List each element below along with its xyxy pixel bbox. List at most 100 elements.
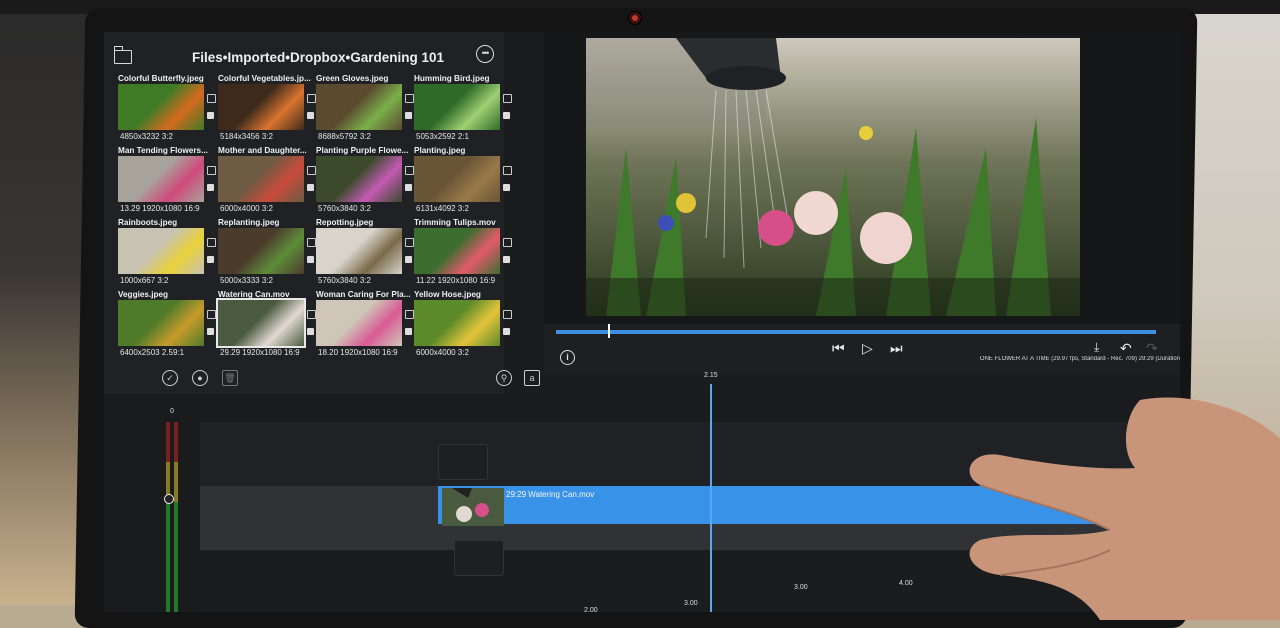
clip-thumbnail[interactable] bbox=[316, 156, 402, 202]
clip-option-icon[interactable] bbox=[207, 112, 214, 119]
more-options-icon[interactable]: ••• bbox=[476, 45, 494, 63]
skip-forward-icon[interactable]: ⏭ bbox=[890, 340, 903, 357]
clip-option-icon[interactable] bbox=[503, 112, 510, 119]
clip-checkbox[interactable] bbox=[207, 238, 216, 247]
clip-item[interactable]: Rainboots.jpeg 1000x667 3:2 bbox=[118, 218, 218, 290]
clip-item[interactable]: Colorful Vegetables.jp... 5184x3456 3:2 bbox=[218, 74, 318, 146]
ghost-clip-icon-lower bbox=[454, 540, 504, 576]
clip-item[interactable]: Green Gloves.jpeg 8688x5792 3:2 bbox=[316, 74, 416, 146]
clip-checkbox[interactable] bbox=[503, 94, 512, 103]
record-icon[interactable]: ● bbox=[192, 370, 208, 386]
clip-option-icon[interactable] bbox=[405, 112, 412, 119]
clip-option-icon[interactable] bbox=[207, 184, 214, 191]
clip-item[interactable]: Woman Caring For Pla... 18.20 1920x1080 1… bbox=[316, 290, 416, 362]
trash-icon[interactable]: 🗑 bbox=[222, 370, 238, 386]
clip-option-icon[interactable] bbox=[503, 256, 510, 263]
play-icon[interactable]: ▷ bbox=[862, 340, 873, 357]
clip-thumbnail[interactable] bbox=[316, 84, 402, 130]
clip-thumbnail[interactable] bbox=[414, 228, 500, 274]
clip-option-icon[interactable] bbox=[207, 328, 214, 335]
clip-name: Trimming Tulips.mov bbox=[414, 218, 496, 227]
clip-thumbnail[interactable] bbox=[414, 156, 500, 202]
clip-thumbnail[interactable] bbox=[218, 228, 304, 274]
undo-icon[interactable]: ↶ bbox=[1120, 340, 1132, 357]
clip-option-icon[interactable] bbox=[405, 184, 412, 191]
clip-checkbox[interactable] bbox=[307, 238, 316, 247]
clip-thumbnail[interactable] bbox=[414, 300, 500, 346]
clip-checkbox[interactable] bbox=[207, 94, 216, 103]
search-icon[interactable]: ⚲ bbox=[496, 370, 512, 386]
video-preview[interactable] bbox=[586, 38, 1080, 316]
clip-item[interactable]: Colorful Butterfly.jpeg 4850x3232 3:2 bbox=[118, 74, 218, 146]
clip-option-icon[interactable] bbox=[307, 256, 314, 263]
sort-icon[interactable]: a bbox=[524, 370, 540, 386]
clip-meta: 5053x2592 2:1 bbox=[416, 132, 469, 141]
clip-item[interactable]: Replanting.jpeg 5000x3333 3:2 bbox=[218, 218, 318, 290]
clip-option-icon[interactable] bbox=[503, 184, 510, 191]
timeline-playhead[interactable] bbox=[710, 384, 712, 612]
clip-checkbox[interactable] bbox=[405, 310, 414, 319]
ruler-label: 3.00 bbox=[684, 600, 698, 607]
clip-option-icon[interactable] bbox=[503, 328, 510, 335]
clip-name: Mother and Daughter... bbox=[218, 146, 307, 155]
skip-back-icon[interactable]: ⏮ bbox=[832, 340, 845, 357]
clip-thumbnail[interactable] bbox=[118, 84, 204, 130]
clip-name: Veggies.jpeg bbox=[118, 290, 169, 299]
clip-name: Colorful Butterfly.jpeg bbox=[118, 74, 204, 83]
clip-checkbox[interactable] bbox=[405, 166, 414, 175]
clip-thumbnail[interactable] bbox=[218, 156, 304, 202]
clip-thumbnail[interactable] bbox=[216, 298, 306, 348]
clip-thumbnail[interactable] bbox=[316, 228, 402, 274]
clip-name: Man Tending Flowers... bbox=[118, 146, 208, 155]
clip-item[interactable]: Man Tending Flowers... 13.29 1920x1080 16… bbox=[118, 146, 218, 218]
clip-item[interactable]: Planting.jpeg 6131x4092 3:2 bbox=[414, 146, 514, 218]
clip-checkbox[interactable] bbox=[307, 94, 316, 103]
clip-thumbnail[interactable] bbox=[218, 84, 304, 130]
clip-option-icon[interactable] bbox=[405, 256, 412, 263]
browser-header: Files•Imported•Dropbox•Gardening 101 ••• bbox=[104, 32, 504, 66]
checkmark-icon[interactable]: ✓ bbox=[162, 370, 178, 386]
clip-checkbox[interactable] bbox=[207, 310, 216, 319]
clip-item[interactable]: Veggies.jpeg 6400x2503 2.59:1 bbox=[118, 290, 218, 362]
clip-meta: 8688x5792 3:2 bbox=[318, 132, 371, 141]
clip-meta: 5184x3456 3:2 bbox=[220, 132, 273, 141]
clip-option-icon[interactable] bbox=[307, 112, 314, 119]
clip-checkbox[interactable] bbox=[503, 310, 512, 319]
clip-name: Repotting.jpeg bbox=[316, 218, 374, 227]
scrubber[interactable] bbox=[556, 330, 1156, 334]
clip-checkbox[interactable] bbox=[307, 310, 316, 319]
clip-option-icon[interactable] bbox=[307, 328, 314, 335]
clip-meta: 5760x3840 3:2 bbox=[318, 276, 371, 285]
clip-checkbox[interactable] bbox=[207, 166, 216, 175]
redo-icon[interactable]: ↷ bbox=[1146, 340, 1158, 357]
clip-name: Planting.jpeg bbox=[414, 146, 466, 155]
clip-option-icon[interactable] bbox=[405, 328, 412, 335]
clip-checkbox[interactable] bbox=[405, 94, 414, 103]
meter-knob[interactable] bbox=[164, 494, 174, 504]
ruler-label: 2.00 bbox=[584, 607, 598, 612]
clip-item[interactable]: Yellow Hose.jpeg 6000x4000 3:2 bbox=[414, 290, 514, 362]
clip-item[interactable]: Watering Can.mov 29.29 1920x1080 16:9 bbox=[216, 290, 318, 362]
clip-checkbox[interactable] bbox=[503, 166, 512, 175]
viewer-playhead[interactable] bbox=[608, 324, 610, 338]
clip-option-icon[interactable] bbox=[307, 184, 314, 191]
folder-icon[interactable] bbox=[113, 46, 132, 64]
clip-meta: 29.29 1920x1080 16:9 bbox=[220, 348, 300, 357]
clip-item[interactable]: Planting Purple Flowe... 5760x3840 3:2 bbox=[316, 146, 416, 218]
clip-item[interactable]: Mother and Daughter... 6000x4000 3:2 bbox=[218, 146, 318, 218]
clip-thumbnail[interactable] bbox=[118, 228, 204, 274]
clip-item[interactable]: Trimming Tulips.mov 11.22 1920x1080 16:9 bbox=[414, 218, 514, 290]
clip-item[interactable]: Humming Bird.jpeg 5053x2592 2:1 bbox=[414, 74, 514, 146]
clip-checkbox[interactable] bbox=[405, 238, 414, 247]
clip-thumbnail[interactable] bbox=[118, 156, 204, 202]
clip-thumbnail[interactable] bbox=[316, 300, 402, 346]
breadcrumb[interactable]: Files•Imported•Dropbox•Gardening 101 bbox=[192, 50, 444, 65]
export-icon[interactable]: ⤓ bbox=[1094, 340, 1099, 355]
clip-checkbox[interactable] bbox=[307, 166, 316, 175]
ruler-label: 4.00 bbox=[899, 580, 913, 587]
clip-option-icon[interactable] bbox=[207, 256, 214, 263]
clip-checkbox[interactable] bbox=[503, 238, 512, 247]
clip-item[interactable]: Repotting.jpeg 5760x3840 3:2 bbox=[316, 218, 416, 290]
clip-thumbnail[interactable] bbox=[118, 300, 204, 346]
clip-thumbnail[interactable] bbox=[414, 84, 500, 130]
